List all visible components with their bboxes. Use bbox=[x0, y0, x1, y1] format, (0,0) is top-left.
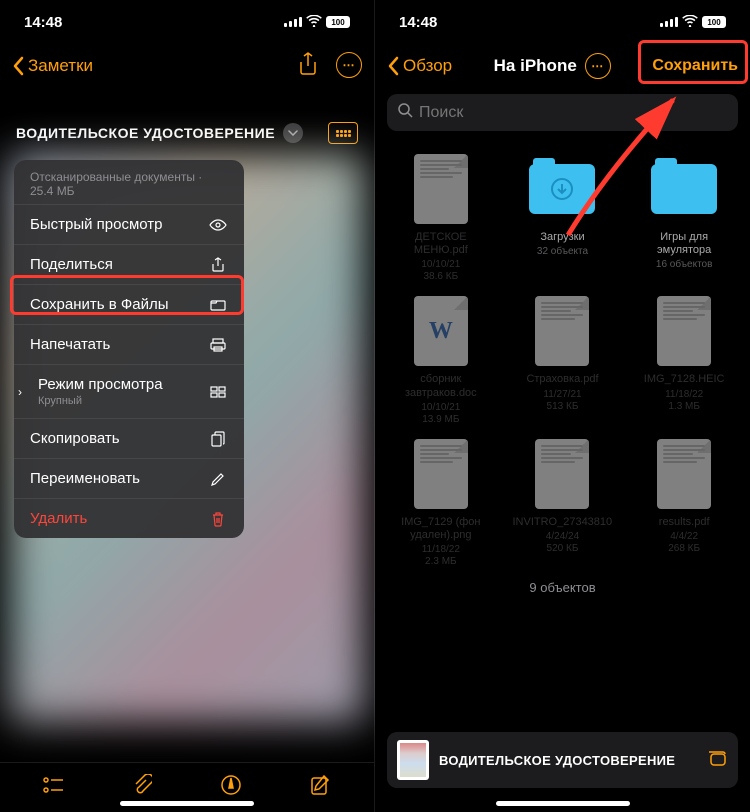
status-time: 14:48 bbox=[399, 14, 437, 31]
back-button[interactable]: Обзор bbox=[387, 56, 452, 76]
status-right: 100 bbox=[284, 14, 350, 31]
home-indicator[interactable] bbox=[120, 801, 254, 806]
file-meta: 10/10/2138.6 КБ bbox=[421, 259, 460, 283]
document-icon bbox=[414, 439, 468, 509]
file-name: IMG_7128.HEIC bbox=[644, 373, 725, 386]
attach-icon[interactable] bbox=[132, 774, 152, 801]
note-title: ВОДИТЕЛЬСКОЕ УДОСТОВЕРЕНИЕ bbox=[16, 125, 275, 141]
keyboard-icon[interactable] bbox=[328, 122, 358, 144]
back-label: Заметки bbox=[28, 56, 93, 76]
compose-icon[interactable] bbox=[310, 774, 332, 801]
file-meta: 10/10/2113.9 МБ bbox=[421, 402, 460, 426]
file-item[interactable]: results.pdf 4/4/22268 КБ bbox=[626, 438, 742, 568]
eye-icon bbox=[208, 219, 228, 231]
signal-icon bbox=[284, 17, 302, 27]
status-right: 100 bbox=[660, 14, 726, 31]
note-header: ВОДИТЕЛЬСКОЕ УДОСТОВЕРЕНИЕ bbox=[0, 108, 374, 154]
object-count: 9 объектов bbox=[383, 568, 742, 607]
signal-icon bbox=[660, 17, 678, 27]
menu-view-mode[interactable]: › Режим просмотра Крупный bbox=[14, 364, 244, 418]
save-button[interactable]: Сохранить bbox=[652, 57, 738, 75]
wifi-icon bbox=[682, 14, 698, 31]
arrow-annotation bbox=[558, 90, 698, 240]
file-meta: 11/27/21513 КБ bbox=[543, 389, 581, 413]
copy-icon bbox=[208, 431, 228, 447]
file-meta: 11/18/222.3 МБ bbox=[422, 544, 460, 568]
battery-icon: 100 bbox=[326, 16, 350, 28]
menu-share[interactable]: Поделиться bbox=[14, 244, 244, 284]
file-meta: 4/4/22268 КБ bbox=[668, 531, 700, 555]
document-icon bbox=[657, 296, 711, 366]
status-bar: 14:48 100 bbox=[0, 0, 374, 44]
file-item[interactable]: ДЕТСКОЕ МЕНЮ.pdf10/10/2138.6 КБ bbox=[383, 153, 499, 283]
file-item[interactable]: Wсборник завтраков.doc 10/10/2113.9 МБ bbox=[383, 295, 499, 425]
file-meta: 16 объектов bbox=[656, 259, 713, 271]
file-item[interactable]: IMG_7128.HEIC 11/18/221.3 МБ bbox=[626, 295, 742, 425]
file-bar-title: ВОДИТЕЛЬСКОЕ УДОСТОВЕРЕНИЕ bbox=[439, 753, 696, 768]
phone-left: 14:48 100 Заметки ⋯ ВОДИТЕЛЬСКОЕ УДОСТОВ… bbox=[0, 0, 375, 812]
share-icon bbox=[208, 257, 228, 273]
file-name: IMG_7129 (фон удален).png bbox=[391, 516, 491, 542]
file-item[interactable]: INVITRO_27343810.pdf 4/24/24520 КБ bbox=[505, 438, 621, 568]
menu-copy[interactable]: Скопировать bbox=[14, 418, 244, 458]
grid-icon bbox=[208, 386, 228, 398]
markup-icon[interactable] bbox=[220, 774, 242, 801]
note-body: Отсканированные документы · 25.4 МБ Быст… bbox=[0, 154, 374, 732]
nav-bar: Обзор На iPhone ⋯ Сохранить bbox=[375, 44, 750, 88]
file-item[interactable]: IMG_7129 (фон удален).png11/18/222.3 МБ bbox=[383, 438, 499, 568]
file-thumb bbox=[397, 740, 429, 780]
back-button[interactable]: Заметки bbox=[12, 56, 93, 76]
pencil-icon bbox=[208, 472, 228, 486]
file-name: ДЕТСКОЕ МЕНЮ.pdf bbox=[391, 231, 491, 257]
chevron-right-icon: › bbox=[18, 385, 22, 399]
file-item[interactable]: Страховка.pdf 11/27/21513 КБ bbox=[505, 295, 621, 425]
menu-print[interactable]: Напечатать bbox=[14, 324, 244, 364]
document-icon bbox=[535, 439, 589, 509]
status-bar: 14:48 100 bbox=[375, 0, 750, 44]
menu-quick-look[interactable]: Быстрый просмотр bbox=[14, 204, 244, 244]
document-icon bbox=[657, 439, 711, 509]
file-name: INVITRO_27343810.pdf bbox=[512, 516, 612, 529]
menu-rename[interactable]: Переименовать bbox=[14, 458, 244, 498]
menu-save-files[interactable]: Сохранить в Файлы bbox=[14, 284, 244, 324]
wifi-icon bbox=[306, 14, 322, 31]
menu-header: Отсканированные документы · 25.4 МБ bbox=[14, 160, 244, 204]
stack-icon[interactable] bbox=[706, 749, 728, 772]
document-icon: W bbox=[414, 296, 468, 366]
context-menu: Отсканированные документы · 25.4 МБ Быст… bbox=[14, 160, 244, 538]
home-indicator[interactable] bbox=[496, 801, 630, 806]
file-name: сборник завтраков.doc bbox=[391, 373, 491, 399]
document-icon bbox=[535, 296, 589, 366]
back-label: Обзор bbox=[403, 56, 452, 76]
more-icon[interactable]: ⋯ bbox=[336, 52, 362, 78]
file-bar[interactable]: ВОДИТЕЛЬСКОЕ УДОСТОВЕРЕНИЕ bbox=[387, 732, 738, 788]
search-icon bbox=[397, 102, 413, 123]
menu-delete[interactable]: Удалить bbox=[14, 498, 244, 538]
file-meta: 11/18/221.3 МБ bbox=[665, 389, 703, 413]
nav-bar: Заметки ⋯ bbox=[0, 44, 374, 88]
share-icon[interactable] bbox=[298, 52, 318, 81]
checklist-icon[interactable] bbox=[42, 776, 64, 799]
chevron-down-icon[interactable] bbox=[283, 123, 303, 143]
nav-title: На iPhone bbox=[494, 56, 577, 76]
file-name: Страховка.pdf bbox=[526, 373, 598, 386]
print-icon bbox=[208, 338, 228, 352]
more-icon[interactable]: ⋯ bbox=[585, 53, 611, 79]
file-meta: 4/24/24520 КБ bbox=[546, 531, 579, 555]
file-meta: 32 объекта bbox=[537, 246, 588, 258]
phone-right: 14:48 100 Обзор На iPhone ⋯ Сохранить ДЕ… bbox=[375, 0, 750, 812]
battery-icon: 100 bbox=[702, 16, 726, 28]
trash-icon bbox=[208, 511, 228, 527]
status-time: 14:48 bbox=[24, 14, 62, 31]
document-icon bbox=[414, 154, 468, 224]
folder-icon bbox=[208, 299, 228, 311]
file-name: results.pdf bbox=[659, 516, 710, 529]
